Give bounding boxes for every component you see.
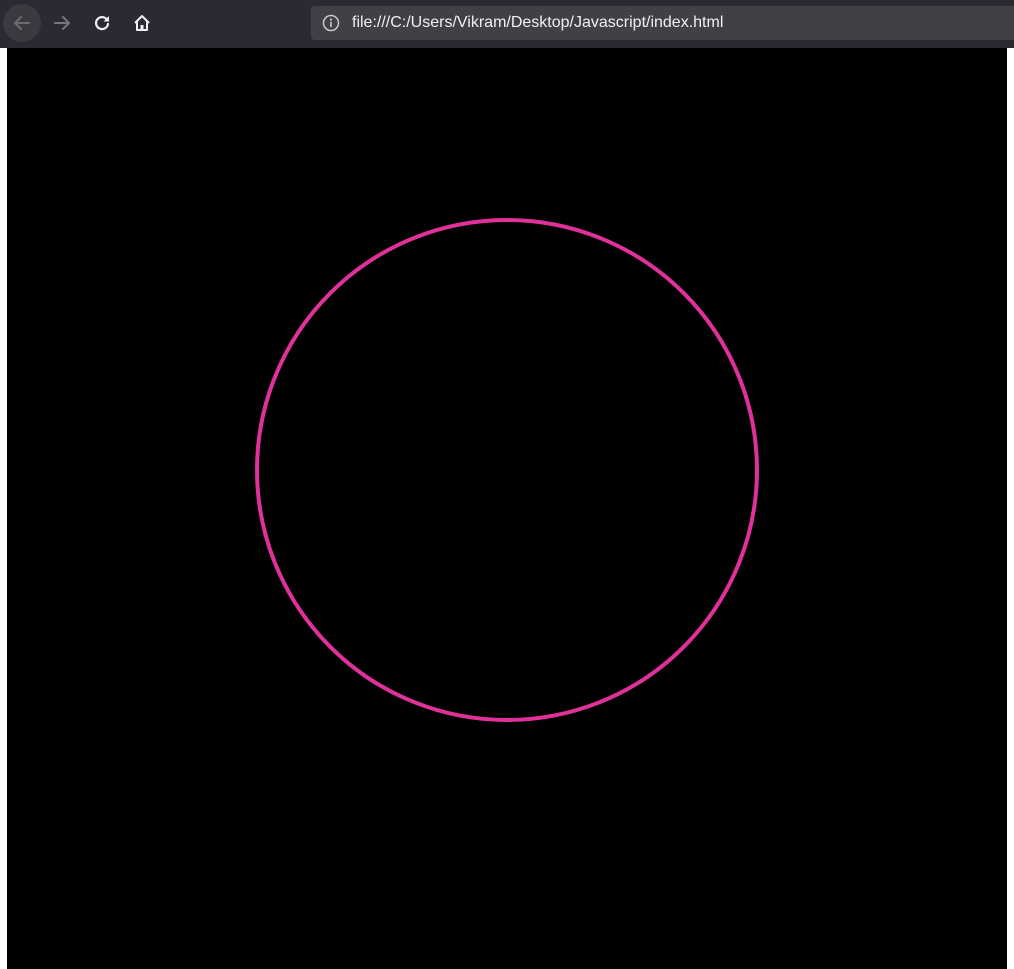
info-icon[interactable]: [322, 14, 340, 32]
home-icon: [134, 15, 150, 31]
reload-button[interactable]: [83, 4, 121, 42]
back-button[interactable]: [3, 4, 41, 42]
back-arrow-icon: [14, 16, 30, 30]
forward-arrow-icon: [54, 16, 70, 30]
canvas: [7, 48, 1007, 969]
reload-icon: [94, 16, 110, 31]
page-viewport: [0, 48, 1014, 969]
browser-toolbar: file:///C:/Users/Vikram/Desktop/Javascri…: [0, 0, 1014, 48]
pink-circle-outline: [255, 218, 759, 722]
drawing-surface: [255, 218, 759, 722]
forward-button[interactable]: [43, 4, 81, 42]
url-bar[interactable]: file:///C:/Users/Vikram/Desktop/Javascri…: [311, 6, 1014, 40]
home-button[interactable]: [123, 4, 161, 42]
url-text: file:///C:/Users/Vikram/Desktop/Javascri…: [352, 14, 724, 31]
